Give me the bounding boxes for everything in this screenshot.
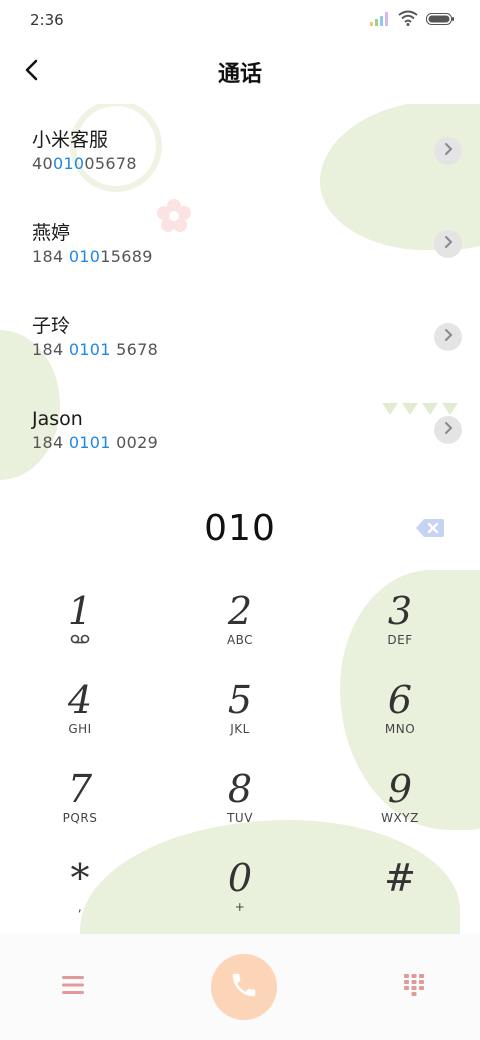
key-digit: 5 (227, 677, 253, 722)
voicemail-icon (70, 633, 90, 647)
list-item[interactable]: 燕婷 184 01015689 (0, 197, 480, 290)
key-5[interactable]: 5 JKL (160, 663, 320, 752)
list-item[interactable]: Jason 184 0101 0029 (0, 383, 480, 476)
key-digit: # (384, 855, 416, 900)
status-bar: 2:36 (0, 0, 480, 40)
key-digit: 6 (387, 677, 413, 722)
key-1[interactable]: 1 (0, 574, 160, 663)
dial-input-area: 010 (0, 486, 480, 570)
chevron-right-icon (443, 327, 453, 346)
key-letters: ABC (226, 632, 254, 647)
key-letters: MNO (384, 721, 416, 736)
contact-number: 184 01015689 (32, 246, 153, 266)
key-star[interactable]: * , (0, 841, 160, 930)
key-3[interactable]: 3 DEF (320, 574, 480, 663)
key-digit: 0 (227, 855, 253, 900)
contact-detail-button[interactable] (434, 322, 462, 351)
key-letters: , (77, 899, 83, 914)
list-item[interactable]: 子玲 184 0101 5678 (0, 290, 480, 383)
key-9[interactable]: 9 WXYZ (320, 752, 480, 841)
signal-icon (370, 11, 390, 30)
menu-button[interactable] (62, 976, 84, 998)
key-hash[interactable]: # (320, 841, 480, 930)
chevron-right-icon (443, 420, 453, 439)
contact-detail-button[interactable] (434, 229, 462, 258)
contact-detail-button[interactable] (434, 136, 462, 165)
contact-name: 子玲 (32, 314, 71, 337)
dialpad-toggle-button[interactable] (404, 974, 424, 1000)
backspace-button[interactable] (416, 518, 444, 542)
key-digit: 9 (387, 766, 413, 811)
key-letters: PQRS (62, 810, 98, 825)
contact-results-list: 小米客服 4001005678 燕婷 184 01015689 子玲 184 0… (0, 104, 480, 486)
contact-name: Jason (32, 407, 83, 430)
key-0[interactable]: 0 + (160, 841, 320, 930)
page-title: 通话 (217, 62, 262, 87)
key-letters: WXYZ (381, 810, 419, 825)
key-8[interactable]: 8 TUV (160, 752, 320, 841)
chevron-left-icon (24, 59, 40, 85)
back-button[interactable] (14, 54, 50, 90)
menu-icon (62, 976, 84, 998)
key-letters: DEF (387, 632, 413, 647)
key-7[interactable]: 7 PQRS (0, 752, 160, 841)
call-button[interactable] (211, 954, 277, 1020)
list-item[interactable]: 小米客服 4001005678 (0, 104, 480, 197)
key-digit: 2 (227, 588, 253, 633)
key-letters: GHI (68, 721, 92, 736)
contact-number: 184 0101 0029 (32, 432, 159, 452)
backspace-icon (416, 519, 444, 542)
key-digit: 7 (67, 766, 93, 811)
key-digit: 3 (387, 588, 413, 633)
key-digit: 1 (67, 588, 93, 633)
key-4[interactable]: 4 GHI (0, 663, 160, 752)
phone-icon (229, 970, 259, 1004)
contact-name: 小米客服 (32, 128, 109, 151)
contact-detail-button[interactable] (434, 415, 462, 444)
dialpad-icon (404, 974, 424, 1000)
contact-number: 4001005678 (32, 153, 137, 173)
key-letters: JKL (230, 721, 250, 736)
dialpad: 1 2 ABC 3 DEF 4 GHI 5 JKL 6 MNO 7 PQRS 8… (0, 574, 480, 934)
contact-name: 燕婷 (32, 221, 71, 244)
battery-icon (426, 11, 454, 30)
key-6[interactable]: 6 MNO (320, 663, 480, 752)
chevron-right-icon (443, 141, 453, 160)
dialed-number[interactable]: 010 (204, 508, 276, 549)
key-2[interactable]: 2 ABC (160, 574, 320, 663)
header: 通话 (0, 40, 480, 104)
key-digit: 4 (67, 677, 93, 722)
wifi-icon (398, 10, 418, 30)
bottom-bar (0, 934, 480, 1040)
key-letters: + (234, 899, 246, 914)
contact-number: 184 0101 5678 (32, 339, 159, 359)
key-letters: TUV (227, 810, 253, 825)
chevron-right-icon (443, 234, 453, 253)
key-digit: 8 (227, 766, 253, 811)
key-digit: * (70, 855, 90, 900)
status-time: 2:36 (30, 11, 64, 29)
